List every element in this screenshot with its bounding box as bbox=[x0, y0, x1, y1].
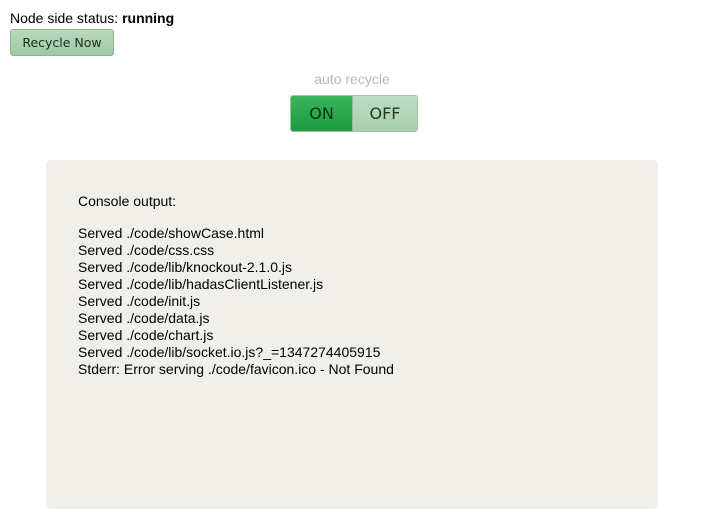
console-line: Served ./code/showCase.html bbox=[78, 225, 264, 241]
toggle-on-button[interactable]: ON bbox=[291, 96, 353, 131]
recycle-now-button[interactable]: Recycle Now bbox=[10, 29, 114, 56]
console-line: Served ./code/css.css bbox=[78, 242, 215, 258]
console-line: Stderr: Error serving ./code/favicon.ico… bbox=[78, 361, 394, 377]
console-line: Served ./code/lib/socket.io.js?_=1347274… bbox=[78, 344, 381, 360]
console-line: Served ./code/chart.js bbox=[78, 327, 214, 343]
console-line: Served ./code/init.js bbox=[78, 293, 201, 309]
node-status: Node side status: running bbox=[10, 10, 174, 27]
auto-recycle-toggle[interactable]: ON OFF bbox=[290, 95, 418, 132]
node-status-label: Node side status: bbox=[10, 10, 123, 26]
toggle-off-button[interactable]: OFF bbox=[353, 96, 417, 131]
console-title: Console output: bbox=[78, 193, 177, 209]
console-line: Served ./code/data.js bbox=[78, 310, 210, 326]
console-output-panel: Console output: Served ./code/showCase.h… bbox=[46, 160, 658, 509]
console-line: Served ./code/lib/knockout-2.1.0.js bbox=[78, 259, 293, 275]
console-line: Served ./code/lib/hadasClientListener.js bbox=[78, 276, 324, 292]
auto-recycle-label: auto recycle bbox=[314, 71, 390, 87]
node-status-value: running bbox=[122, 10, 175, 26]
